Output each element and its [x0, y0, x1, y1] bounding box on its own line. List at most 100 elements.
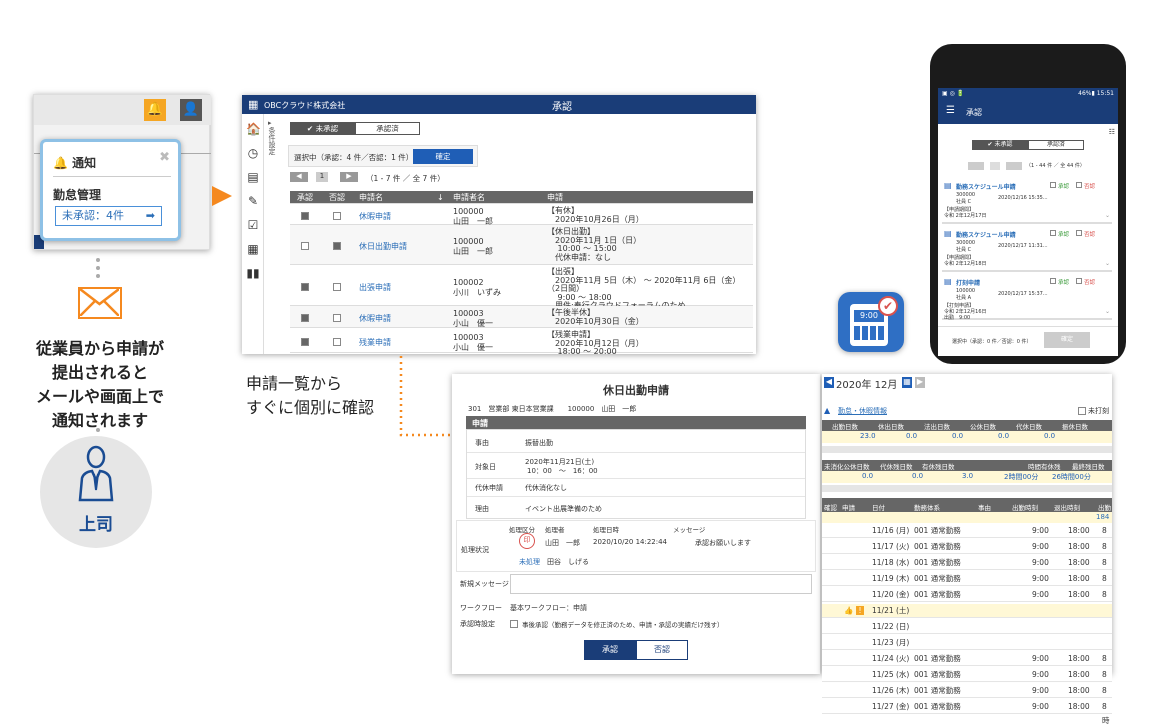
- calendar-row[interactable]: 11/26 (木)001 通常勤務9:0018:008時: [822, 684, 1112, 709]
- settings-icon[interactable]: ☷: [1109, 128, 1115, 136]
- table-row[interactable]: 出張申請 100002 小川 いずみ 【出張】 2020年11月 5日（木） ～ 20…: [290, 265, 753, 310]
- approve-checkbox[interactable]: [301, 211, 309, 220]
- menu-icon[interactable]: ☰: [946, 105, 955, 116]
- clock-icon[interactable]: ◷: [246, 146, 260, 160]
- reject-checkbox[interactable]: [333, 242, 341, 250]
- tab-unapproved[interactable]: ✔ 未承認: [290, 122, 355, 135]
- prev-month-button[interactable]: ◀: [824, 377, 834, 388]
- table-row[interactable]: 休暇申請 100000 山田 一郎 【有休】 2020年10月26日（月）: [290, 204, 753, 226]
- reject-button[interactable]: 否認: [636, 640, 688, 660]
- notification-title: 🔔 通知: [53, 154, 96, 171]
- calendar-icon[interactable]: ▦: [246, 242, 260, 256]
- confirm-button[interactable]: 確定: [413, 149, 473, 164]
- next-page-button[interactable]: ▶: [340, 172, 358, 182]
- request-badge[interactable]: !: [856, 606, 864, 615]
- card-title[interactable]: 打刻申請: [956, 278, 980, 287]
- calendar-row[interactable]: 11/23 (月): [822, 636, 1112, 650]
- row-work-type: 001 通常勤務: [914, 686, 961, 695]
- approve-button[interactable]: 承認: [584, 640, 636, 660]
- calendar-row[interactable]: 11/17 (火)001 通常勤務9:0018:008時: [822, 540, 1112, 565]
- edit-document-icon[interactable]: ✎: [246, 194, 260, 208]
- attendance-link[interactable]: 勤怠・休暇情報: [838, 406, 887, 416]
- calendar-row[interactable]: 11/18 (水)001 通常勤務9:0018:008時: [822, 556, 1112, 581]
- post-approval-checkbox[interactable]: [510, 620, 518, 628]
- request-name-link[interactable]: 残業申請: [356, 336, 394, 360]
- calendar-row[interactable]: 11/22 (日): [822, 620, 1112, 634]
- page-number[interactable]: [990, 162, 1000, 170]
- unapproved-button[interactable]: 未承認：4件 ➡: [55, 206, 162, 226]
- table-row[interactable]: 休日出勤申請 100000 山田 一郎 【休日出勤】 2020年11月 1日（日） 1…: [290, 225, 753, 265]
- phone-request-card[interactable]: ▤ 打刻申請 承認 否認 100000 社員 A 2020/12/17 15:37... 【打…: [942, 274, 1112, 321]
- phone-request-card[interactable]: ▤ 勤務スケジュール申請 承認 否認 300000 社員 C 2020/12/17 11:3…: [942, 226, 1112, 272]
- reject-checkbox[interactable]: [1076, 230, 1082, 236]
- approve-checkbox[interactable]: [1050, 278, 1056, 284]
- calendar-icon[interactable]: ▦: [902, 377, 912, 388]
- close-icon[interactable]: ✖: [159, 150, 170, 165]
- approve-checkbox[interactable]: [301, 282, 309, 291]
- pending-person: 田谷 しげる: [547, 558, 589, 566]
- page-number[interactable]: 1: [316, 172, 328, 182]
- scrollbar[interactable]: [822, 446, 1112, 453]
- bell-icon[interactable]: 🔔: [144, 99, 166, 121]
- approve-checkbox[interactable]: [301, 337, 309, 346]
- missing-punch-checkbox[interactable]: [1078, 407, 1086, 415]
- table-row[interactable]: 休暇申請 100003 小山 優一 【午後半休】 2020年10月30日（金）: [290, 306, 753, 328]
- table-header: 承認 否認 申請名 ↓ 申請者名 申請: [290, 191, 753, 204]
- calendar-row[interactable]: 👍! 11/21 (土): [822, 604, 1112, 618]
- prev-page-button[interactable]: [968, 162, 984, 170]
- home-icon[interactable]: 🏠: [246, 122, 261, 136]
- reject-checkbox[interactable]: [333, 314, 341, 322]
- row-clock-out: 18:00: [1068, 654, 1090, 663]
- detail-line: 2020年11月 5日（木） ～ 2020年11月 6日（金） （2日間）: [547, 275, 741, 293]
- next-page-button[interactable]: [1006, 162, 1022, 170]
- condition-toggle[interactable]: ▸ 条件設定: [268, 119, 278, 157]
- phone-request-card[interactable]: ▤ 勤務スケジュール申請 承認 否認 300000 社員 C 2020/12/16 15:3…: [942, 178, 1112, 224]
- calendar-row[interactable]: 11/24 (火)001 通常勤務9:0018:008時: [822, 652, 1112, 677]
- next-month-button[interactable]: ▶: [915, 377, 925, 388]
- approve-checkbox[interactable]: [1050, 182, 1056, 188]
- chevron-down-icon[interactable]: ⌄: [1105, 212, 1110, 219]
- chevron-down-icon[interactable]: ⌄: [1105, 308, 1110, 315]
- sort-icon[interactable]: ↓: [434, 191, 447, 203]
- reject-checkbox[interactable]: [333, 211, 341, 220]
- phone-footer: 選択中（承認：0 件／否認：0 件）: [952, 339, 1032, 345]
- table-row[interactable]: 残業申請 100003 小山 優一 【残業申請】 2020年10月12日（月） 18:…: [290, 328, 753, 356]
- tab-approved[interactable]: 承認済: [1028, 140, 1084, 150]
- card-title[interactable]: 勤務スケジュール申請: [956, 182, 1016, 191]
- reject-checkbox[interactable]: [1076, 182, 1082, 188]
- books-icon[interactable]: ▮▮: [246, 266, 260, 280]
- reject-checkbox[interactable]: [333, 282, 341, 291]
- unapproved-label: 未承認：4件: [62, 209, 124, 222]
- sidebar: 🏠 ◷ ▤ ✎ ☑ ▦ ▮▮: [242, 114, 264, 354]
- calendar-row[interactable]: 11/19 (木)001 通常勤務9:0018:008時: [822, 572, 1112, 597]
- calendar-row[interactable]: 11/25 (水)001 通常勤務9:0018:008時: [822, 668, 1112, 693]
- card-title[interactable]: 勤務スケジュール申請: [956, 230, 1016, 239]
- field-label: 事由: [475, 439, 489, 447]
- section-header: 申請: [466, 416, 806, 429]
- calendar-row[interactable]: 11/16 (月)001 通常勤務9:0018:008時: [822, 524, 1112, 549]
- approve-checkbox[interactable]: [301, 314, 309, 322]
- summary2-value: 3.0: [962, 472, 974, 480]
- document-icon[interactable]: ▤: [246, 170, 260, 184]
- user-icon[interactable]: 👤: [180, 99, 202, 121]
- applicant-info: 301 営業部 東日本営業課 100000 山田 一郎: [468, 405, 637, 413]
- calendar-row[interactable]: 11/27 (金) 001 通常勤務 9:00 18:00 8時: [822, 700, 1112, 725]
- new-message-input[interactable]: [510, 574, 812, 594]
- reject-checkbox[interactable]: [1076, 278, 1082, 284]
- approve-checkbox[interactable]: [1050, 230, 1056, 236]
- approve-checkbox[interactable]: [301, 242, 309, 250]
- employee-name: 小山 優一: [453, 319, 493, 328]
- detail-line: 18:00 ～ 20:00: [547, 347, 617, 356]
- tab-unapproved[interactable]: ✔ 未承認: [972, 140, 1028, 150]
- scrollbar[interactable]: [822, 485, 1112, 492]
- calendar-row[interactable]: 11/20 (金)001 通常勤務9:0018:008時: [822, 588, 1112, 613]
- collapse-icon[interactable]: ▲: [824, 406, 830, 415]
- prev-page-button[interactable]: ◀: [290, 172, 308, 182]
- tab-approved[interactable]: 承認済: [355, 122, 420, 135]
- chevron-down-icon[interactable]: ⌄: [1105, 260, 1110, 267]
- approve-document-icon[interactable]: ☑: [246, 218, 260, 232]
- reject-checkbox[interactable]: [333, 337, 341, 346]
- filter-label: 未打刻: [1088, 407, 1109, 415]
- phone-confirm-button[interactable]: 確定: [1044, 332, 1090, 348]
- grid-icon[interactable]: ▦: [248, 98, 258, 111]
